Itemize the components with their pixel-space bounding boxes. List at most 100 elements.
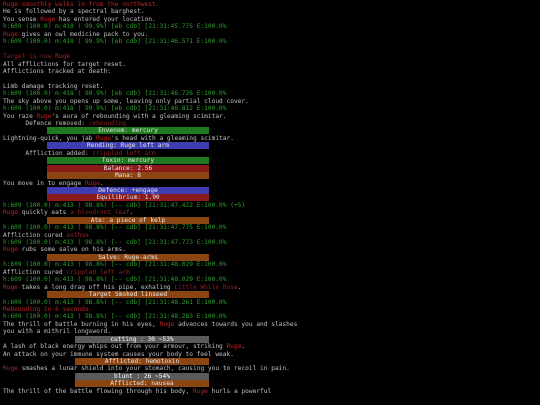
player-name: Ruge [3,246,18,254]
status-prompt: h:609 (100.0) m:413 ( 98.8%) [-- cdb] [2… [3,276,227,284]
log-text: Defence removed: [3,120,89,127]
log-text: All afflictions for target reset. [3,60,126,68]
log-line: Lightning-quick, you jab Ruge's head wit… [3,135,540,142]
log-status-bar-row: Envenom: mercury [3,127,540,135]
log-text: The sky above you opens up some, leaving… [3,97,249,105]
log-line: you with a mithril longsword. [3,328,540,335]
player-name: Ruge [84,179,100,187]
log-line: Ruge smoothly walks in from the northwes… [3,1,540,8]
log-line: An attack on your immune system causes y… [3,351,540,358]
log-text: advances towards you and slashes [174,320,298,328]
mud-client-output-log[interactable]: Ruge smoothly walks in from the northwes… [0,0,540,405]
player-name: Rebounding in 6 seconds. [3,305,93,313]
log-line: Ruge rubs some salve on his arms. [3,246,540,253]
status-prompt: h:609 (100.0) m:413 ( 98.8%) [-- cdb] [2… [3,261,227,269]
log-text: 's aura of rebounding with a gleaming sc… [51,112,227,120]
player-name: Ruge [40,15,56,23]
status-prompt: h:609 (100.0) m:413 ( 98.8%) [-- cdb] [2… [3,313,227,321]
log-status-bar-row: Afflicted: hemotoxin [3,358,540,365]
status-bar: cutting : 30 ~53% [75,335,209,343]
log-status-bar-row: Target Smoked linseed [3,291,540,299]
log-text: Affliction added: [3,149,93,157]
player-name: Ruge smoothly walks in from the northwes… [3,1,160,8]
player-name: Ruge [3,283,18,291]
log-line: Ruge quickly eats a bloodroot leaf. [3,209,540,216]
log-line: Affliction cured asthma [3,232,540,239]
log-line: h:609 (100.0) m:418 ( 99.9%) [eb cdb] [2… [3,105,540,112]
player-name: Ruge [3,365,18,373]
log-line: The thrill of the battle flowing through… [3,388,540,395]
log-text: The thrill of the battle flowing through… [3,387,193,395]
log-line: h:609 (100.0) m:413 ( 98.8%) [-- cdb] [2… [3,239,540,246]
player-name: Ruge [55,53,71,61]
status-prompt: h:609 (100.0) m:418 ( 99.9%) [eb cdb] [2… [3,105,227,113]
log-text: smashes a lunar shield into your stomach… [17,365,290,373]
status-bar: Balance: 2.56 [47,164,209,172]
log-text: asthma [66,231,89,239]
log-line: Rebounding in 6 seconds. [3,306,540,313]
player-name: Ruge [3,30,18,38]
status-prompt: h:609 (100.0) m:418 ( 99.9%) [eb cdb] [2… [3,23,227,31]
player-name: Ruge [226,343,242,351]
log-text: 's head with a gleaming scimitar. [111,134,234,142]
log-line: h:609 (100.0) m:413 ( 98.8%) [-- cdb] [2… [3,313,540,320]
status-bar: Ate: a piece of kelp [47,216,209,224]
log-line: Affliction added: crippled left arm [3,150,540,157]
log-line: The thrill of battle burning in his eyes… [3,321,540,328]
log-line: You move in to engage Ruge. [3,180,540,187]
log-text: . [99,179,104,187]
log-status-bar-row: Mana: 8 [3,172,540,180]
status-bar: blunt : 26 ~54% [75,372,209,380]
log-text: rubs some salve on his arms. [17,246,126,254]
log-text: Little While Rose [174,283,238,291]
log-status-bar-row: blunt : 26 ~54% [3,372,540,380]
player-name: Ruge [3,209,18,217]
log-text: quickly eats [17,209,71,217]
log-status-bar-row: Afflicted: nausea [3,380,540,388]
log-text: An attack on your immune system causes y… [3,350,234,358]
status-prompt: h:609 (100.0) m:418 ( 99.9%) [eb cdb] [2… [3,38,227,46]
log-text: A lash of black energy whips out from yo… [3,343,227,351]
log-line: h:609 (100.0) m:418 ( 99.9%) [eb cdb] [2… [3,38,540,45]
log-line: Ruge gives an owl medicine pack to you. [3,31,540,38]
log-line: Affliction cured crippled left arm [3,269,540,276]
log-line: Defence removed: rebounding [3,120,540,127]
status-prompt: h:609 (100.0) m:413 ( 98.8%) [-- cdb] [2… [3,201,246,209]
log-text: . [237,283,242,291]
log-status-bar-row: Ate: a piece of kelp [3,216,540,224]
log-text: Affliction cured [3,268,67,276]
log-text: crippled left arm [92,149,156,157]
log-line: Target is now Ruge [3,53,540,60]
log-line: A lash of black energy whips out from yo… [3,343,540,350]
log-line: You sense Ruge has entered your location… [3,16,540,23]
log-line: All afflictions for target reset. [3,61,540,68]
log-text: a bloodroot leaf [70,209,130,217]
player-name: Ruge [193,387,208,395]
log-text: hurls a powerful [207,387,272,395]
status-bar: Defence: +engage [47,186,209,194]
log-line: h:609 (100.0) m:418 ( 99.9%) [eb cdb] [2… [3,23,540,30]
log-text: . [129,209,134,217]
status-bar: Salve: Ruge-arms [47,253,209,261]
player-name: Ruge [36,112,52,120]
status-bar: Target Smoked linseed [47,291,209,299]
log-status-bar-row: Salve: Ruge-arms [3,253,540,261]
status-bar: Mana: 8 [47,172,209,180]
log-line: Ruge smashes a lunar shield into your st… [3,365,540,372]
log-text: takes a long drag off his pipe, exhaling [17,283,175,291]
log-text: He is followed by a spectral barghest. [3,8,145,16]
status-bar: Toxin: mercury [47,157,209,165]
log-text: gives an owl medicine pack to you. [17,30,149,38]
log-status-bar-row: Equilibrium: 1.90 [3,194,540,202]
log-status-bar-row: cutting : 30 ~53% [3,335,540,343]
log-text: Affliction cured [3,231,67,239]
log-line: h:609 (100.0) m:418 ( 99.9%) [eb cdb] [2… [3,90,540,97]
log-text: crippled left arm [66,268,130,276]
status-bar: Afflicted: nausea [75,380,209,388]
log-line: Afflictions tracked at death: [3,68,540,75]
status-bar: Rending: Ruge left arm [47,142,209,150]
log-status-bar-row: Balance: 2.56 [3,164,540,172]
status-bar: Envenom: mercury [47,127,209,135]
